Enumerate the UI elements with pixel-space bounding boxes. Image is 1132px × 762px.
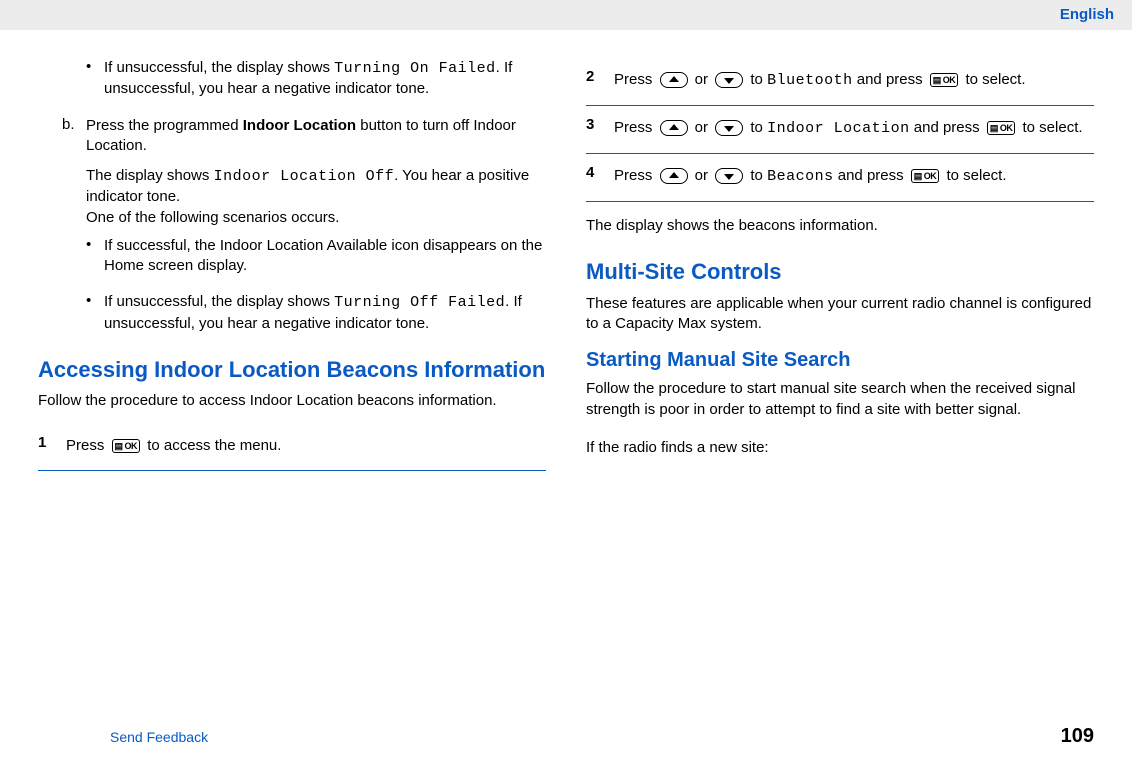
send-feedback-link[interactable]: Send Feedback xyxy=(38,729,208,745)
step-row: 3 Press or to Indoor Location and press … xyxy=(586,106,1094,154)
section-heading: Accessing Indoor Location Beacons Inform… xyxy=(38,356,546,384)
bold-text: Indoor Location xyxy=(243,117,356,134)
text: to select. xyxy=(1018,119,1082,136)
step-body: Press or to Bluetooth and press ▤ OK to … xyxy=(614,68,1094,93)
step-number: 3 xyxy=(586,116,614,141)
mono-text: Bluetooth xyxy=(767,72,853,89)
step-number: 4 xyxy=(586,164,614,189)
bullet-marker: • xyxy=(86,58,104,100)
text: and press xyxy=(834,167,908,184)
section-intro: Follow the procedure to access Indoor Lo… xyxy=(38,391,546,411)
bullet-item: • If unsuccessful, the display shows Tur… xyxy=(38,292,546,334)
ok-button-icon: ▤ OK xyxy=(930,73,959,87)
header-bar: English xyxy=(0,0,1132,30)
paragraph: The display shows the beacons informatio… xyxy=(586,216,1094,236)
right-column: 2 Press or to Bluetooth and press ▤ OK t… xyxy=(586,58,1094,471)
step-number: 2 xyxy=(586,68,614,93)
page-content: • If unsuccessful, the display shows Tur… xyxy=(0,30,1132,471)
step-row: 1 Press ▤ OK to access the menu. xyxy=(38,424,546,471)
down-button-icon xyxy=(715,168,743,184)
text: One of the following scenarios occurs. xyxy=(86,209,339,226)
step-body: Press or to Indoor Location and press ▤ … xyxy=(614,116,1094,141)
text: If unsuccessful, the display shows xyxy=(104,293,334,310)
page-number: 109 xyxy=(1061,725,1094,748)
text: to select. xyxy=(961,71,1025,88)
text: to access the menu. xyxy=(143,437,281,454)
text: and press xyxy=(910,119,984,136)
text: Press the programmed xyxy=(86,117,243,134)
footer: Send Feedback 109 xyxy=(0,725,1132,748)
up-button-icon xyxy=(660,72,688,88)
bullet-text: If unsuccessful, the display shows Turni… xyxy=(104,58,546,100)
text: or xyxy=(691,119,713,136)
step-body: Press or to Beacons and press ▤ OK to se… xyxy=(614,164,1094,189)
down-button-icon xyxy=(715,72,743,88)
mono-text: Indoor Location Off xyxy=(214,168,395,185)
up-button-icon xyxy=(660,120,688,136)
text: to select. xyxy=(942,167,1006,184)
bullet-item: • If successful, the Indoor Location Ava… xyxy=(38,236,546,277)
down-button-icon xyxy=(715,120,743,136)
steps-block: 2 Press or to Bluetooth and press ▤ OK t… xyxy=(586,58,1094,202)
mono-text: Turning On Failed xyxy=(334,60,496,77)
text: Press xyxy=(66,437,109,454)
ok-button-icon: ▤ OK xyxy=(987,121,1016,135)
text: to xyxy=(746,119,767,136)
step-body: Press ▤ OK to access the menu. xyxy=(66,434,546,458)
section-heading: Multi-Site Controls xyxy=(586,258,1094,286)
step-body: Press the programmed Indoor Location but… xyxy=(86,116,546,157)
bullet-marker: • xyxy=(86,292,104,334)
mono-text: Turning Off Failed xyxy=(334,294,505,311)
left-column: • If unsuccessful, the display shows Tur… xyxy=(38,58,546,471)
bullet-marker: • xyxy=(86,236,104,277)
text: and press xyxy=(853,71,927,88)
text: or xyxy=(691,167,713,184)
bullet-text: If successful, the Indoor Location Avail… xyxy=(104,236,546,277)
up-button-icon xyxy=(660,168,688,184)
text: Press xyxy=(614,119,657,136)
text: to xyxy=(746,167,767,184)
text: Press xyxy=(614,167,657,184)
subsection-heading: Starting Manual Site Search xyxy=(586,348,1094,373)
mono-text: Indoor Location xyxy=(767,120,910,137)
mono-text: Beacons xyxy=(767,168,834,185)
step-row: 4 Press or to Beacons and press ▤ OK to … xyxy=(586,154,1094,202)
text: to xyxy=(746,71,767,88)
step-number: 1 xyxy=(38,434,66,458)
ok-button-icon: ▤ OK xyxy=(911,169,940,183)
step-row: 2 Press or to Bluetooth and press ▤ OK t… xyxy=(586,58,1094,106)
paragraph: If the radio finds a new site: xyxy=(586,438,1094,458)
lettered-step: b. Press the programmed Indoor Location … xyxy=(38,116,546,157)
bullet-item: • If unsuccessful, the display shows Tur… xyxy=(38,58,546,100)
paragraph: The display shows Indoor Location Off. Y… xyxy=(38,166,546,228)
ok-button-icon: ▤ OK xyxy=(112,439,141,453)
bullet-text: If unsuccessful, the display shows Turni… xyxy=(104,292,546,334)
language-label: English xyxy=(1060,6,1114,23)
text: If unsuccessful, the display shows xyxy=(104,59,334,76)
text: The display shows xyxy=(86,167,214,184)
text: or xyxy=(691,71,713,88)
text: Press xyxy=(614,71,657,88)
step-letter: b. xyxy=(62,116,86,157)
steps-block: 1 Press ▤ OK to access the menu. xyxy=(38,424,546,471)
section-intro: These features are applicable when your … xyxy=(586,294,1094,335)
subsection-intro: Follow the procedure to start manual sit… xyxy=(586,379,1094,420)
